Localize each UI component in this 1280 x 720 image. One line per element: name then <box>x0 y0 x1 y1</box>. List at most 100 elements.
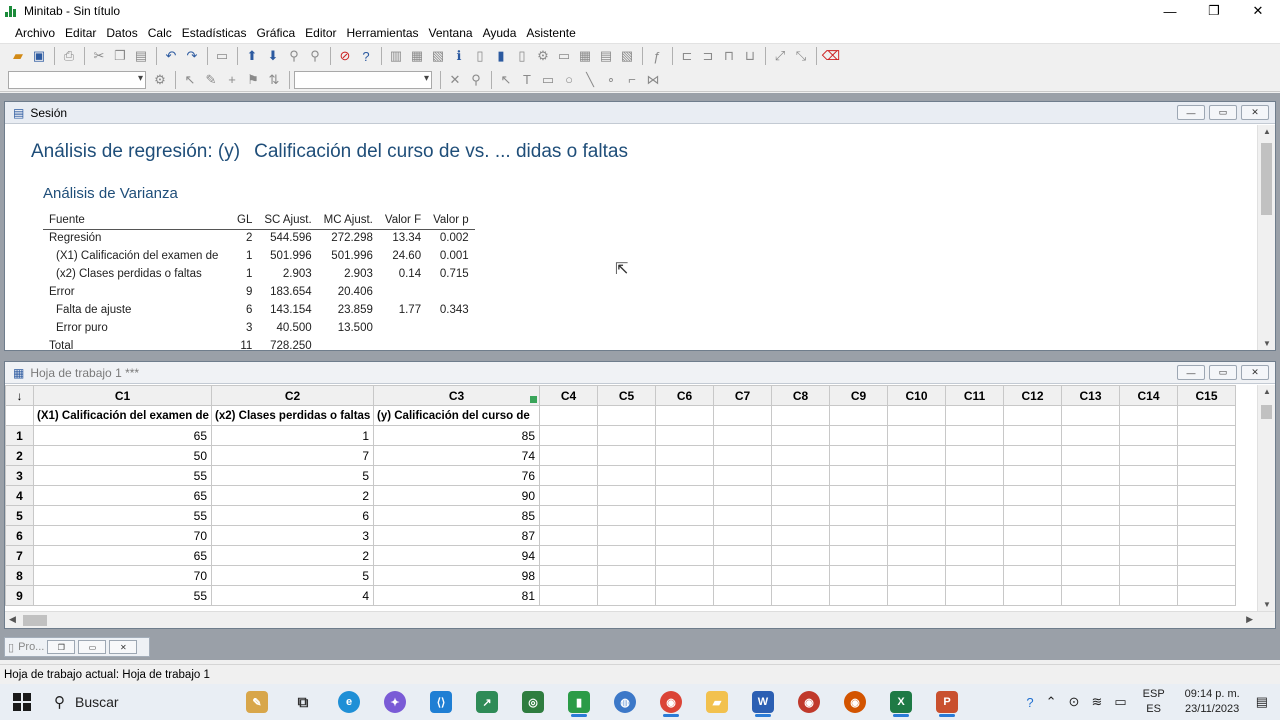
worksheet-vscroll-thumb[interactable] <box>1261 405 1272 419</box>
empty-cell[interactable] <box>1061 505 1120 526</box>
column-header-c3[interactable]: C3 <box>373 385 540 406</box>
empty-cell[interactable] <box>1177 445 1236 466</box>
ellipse-tool-icon[interactable]: ○ <box>559 70 579 90</box>
empty-cell[interactable] <box>771 445 830 466</box>
camera-icon[interactable]: ⊙ <box>1069 694 1080 710</box>
empty-cell[interactable] <box>655 585 714 606</box>
scroll-down-icon[interactable]: ▼ <box>1258 600 1276 609</box>
taskbar-app-vscode[interactable]: ⟨⟩ <box>423 687 459 717</box>
taskbar-app-explorer[interactable]: ▰ <box>699 687 735 717</box>
empty-cell[interactable] <box>1177 565 1236 586</box>
restore-button[interactable]: ❐ <box>47 640 76 654</box>
column-name-c3[interactable]: (y) Calificación del curso de <box>373 405 540 426</box>
column-header-c5[interactable]: C5 <box>597 385 656 406</box>
data-cell[interactable]: 65 <box>33 425 212 446</box>
empty-cell[interactable] <box>539 505 598 526</box>
scroll-down-icon[interactable]: ▼ <box>1258 339 1276 348</box>
empty-cell[interactable] <box>887 465 946 486</box>
data-cell[interactable]: 87 <box>373 525 540 546</box>
empty-cell[interactable] <box>539 565 598 586</box>
column-name-c2[interactable]: (x2) Clases perdidas o faltas <box>211 405 374 426</box>
menu-herramientas[interactable]: Herramientas <box>342 26 424 40</box>
find-replace-icon[interactable]: ⚲ <box>305 46 325 66</box>
close-button[interactable]: ✕ <box>1236 0 1280 22</box>
help-tray-icon[interactable]: ? <box>1026 695 1033 710</box>
menu-asistente[interactable]: Asistente <box>521 26 580 40</box>
menu-calc[interactable]: Calc <box>143 26 177 40</box>
empty-cell[interactable] <box>1003 425 1062 446</box>
cancel-icon[interactable]: ⊘ <box>335 46 355 66</box>
taskbar-app-maps[interactable]: ◎ <box>515 687 551 717</box>
empty-cell[interactable] <box>1061 485 1120 506</box>
column-header-c1[interactable]: C1 <box>33 385 212 406</box>
empty-cell[interactable] <box>1061 545 1120 566</box>
arrow-up-icon[interactable]: ⬆ <box>242 46 262 66</box>
minimize-button[interactable]: — <box>1148 0 1192 22</box>
session-scroll-thumb[interactable] <box>1261 143 1272 215</box>
data-cell[interactable]: 70 <box>33 565 212 586</box>
empty-cell[interactable] <box>539 465 598 486</box>
point-tool-icon[interactable]: ∘ <box>601 70 621 90</box>
pointer-icon[interactable]: ↖ <box>496 70 516 90</box>
empty-cell[interactable] <box>945 585 1004 606</box>
clock[interactable]: 09:14 p. m. 23/11/2023 <box>1185 687 1240 717</box>
maximize-button[interactable]: ▭ <box>78 640 107 654</box>
empty-cell[interactable] <box>1003 465 1062 486</box>
tool-icon-4[interactable]: ⊔ <box>740 46 760 66</box>
empty-cell[interactable] <box>945 465 1004 486</box>
flag-icon[interactable]: ⚑ <box>243 70 263 90</box>
empty-cell[interactable] <box>1119 425 1178 446</box>
column-header-c12[interactable]: C12 <box>1003 385 1062 406</box>
scroll-up-icon[interactable]: ▲ <box>1258 127 1276 136</box>
data-cell[interactable]: 5 <box>211 565 374 586</box>
empty-cell[interactable] <box>1177 545 1236 566</box>
column-header-c13[interactable]: C13 <box>1061 385 1120 406</box>
tool-icon-2[interactable]: ⊐ <box>698 46 718 66</box>
tool-icon-1[interactable]: ⊏ <box>677 46 697 66</box>
empty-cell[interactable] <box>655 485 714 506</box>
row-header[interactable]: 3 <box>5 465 34 486</box>
session-maximize-button[interactable]: ▭ <box>1209 105 1237 120</box>
empty-cell[interactable] <box>771 485 830 506</box>
worksheet-close-button[interactable]: ✕ <box>1241 365 1269 380</box>
menu-estadisticas[interactable]: Estadísticas <box>177 26 252 40</box>
empty-cell[interactable] <box>771 425 830 446</box>
empty-cell[interactable] <box>713 565 772 586</box>
taskbar-app-minitab[interactable]: ▮ <box>561 687 597 717</box>
data-cell[interactable]: 85 <box>373 505 540 526</box>
empty-cell[interactable] <box>539 425 598 446</box>
empty-cell[interactable] <box>829 585 888 606</box>
data-cell[interactable]: 76 <box>373 465 540 486</box>
notification-icon[interactable]: ▤ <box>1256 694 1268 710</box>
empty-cell[interactable] <box>887 585 946 606</box>
empty-cell[interactable] <box>1119 505 1178 526</box>
taskbar-app-chrome[interactable]: ◉ <box>653 687 689 717</box>
empty-cell[interactable] <box>539 485 598 506</box>
empty-cell[interactable] <box>1119 585 1178 606</box>
help-icon[interactable]: ? <box>356 46 376 66</box>
window-icon[interactable]: ▭ <box>212 46 232 66</box>
taskbar-app-globe[interactable]: ◍ <box>607 687 643 717</box>
empty-cell[interactable] <box>597 445 656 466</box>
undo-icon[interactable]: ↶ <box>161 46 181 66</box>
data-cell[interactable]: 50 <box>33 445 212 466</box>
scroll-left-icon[interactable]: ◀ <box>9 614 16 625</box>
empty-cell[interactable] <box>1061 425 1120 446</box>
empty-cell[interactable] <box>1003 545 1062 566</box>
worksheet-maximize-button[interactable]: ▭ <box>1209 365 1237 380</box>
eraser-icon[interactable]: ⌫ <box>821 46 841 66</box>
empty-cell[interactable] <box>945 525 1004 546</box>
arrow-down-icon[interactable]: ⬇ <box>263 46 283 66</box>
empty-cell[interactable] <box>829 425 888 446</box>
empty-cell[interactable] <box>655 545 714 566</box>
empty-cell[interactable] <box>597 425 656 446</box>
scroll-right-icon[interactable]: ▶ <box>1246 614 1253 625</box>
empty-cell[interactable] <box>887 565 946 586</box>
row-header[interactable]: 1 <box>5 425 34 446</box>
empty-cell[interactable] <box>829 465 888 486</box>
empty-cell[interactable] <box>1119 485 1178 506</box>
empty-cell[interactable] <box>887 445 946 466</box>
session-window-icon[interactable]: ▥ <box>386 46 406 66</box>
language-indicator[interactable]: ESP ES <box>1143 687 1165 717</box>
empty-cell[interactable] <box>829 565 888 586</box>
